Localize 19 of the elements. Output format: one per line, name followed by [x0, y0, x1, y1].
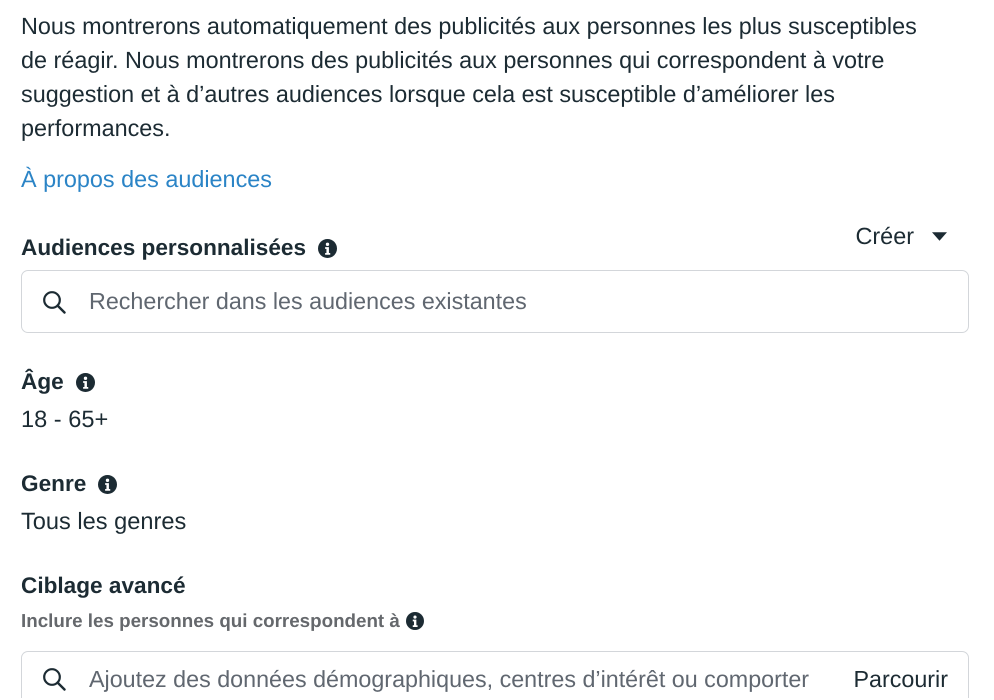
section-note: Inclure les personnes qui correspondent à — [21, 609, 400, 633]
section-label: Ciblage avancé — [21, 572, 186, 600]
section-label: Audiences personnalisées — [21, 234, 306, 262]
create-dropdown-button[interactable]: Créer — [856, 221, 947, 251]
info-icon[interactable] — [76, 372, 95, 392]
section-label: Âge — [21, 368, 64, 396]
caret-icon — [932, 232, 947, 240]
intro-paragraph: Nous montrerons automatiquement des publicités aux personnes les plus susceptibles de réagir. Nous montrerons des publicités aux personnes qui correspondent à votre suggestion et à d’autres audiences lorsque cela est susceptible d’améliorer les performances. — [21, 12, 918, 143]
search-icon — [42, 667, 66, 691]
section-value: Tous les genres — [21, 508, 188, 537]
browse-button[interactable]: Parcourir — [853, 664, 948, 694]
info-icon[interactable] — [318, 238, 338, 258]
about-audiences-link[interactable]: À propos des audiences — [21, 162, 272, 196]
section-label: Genre — [21, 470, 86, 498]
search-icon — [42, 290, 66, 314]
info-icon[interactable] — [406, 612, 424, 630]
section-value: 18 - 65+ — [21, 406, 110, 435]
search-field[interactable]: Rechercher dans les audiences existantes — [21, 270, 969, 333]
info-icon[interactable] — [98, 474, 118, 494]
